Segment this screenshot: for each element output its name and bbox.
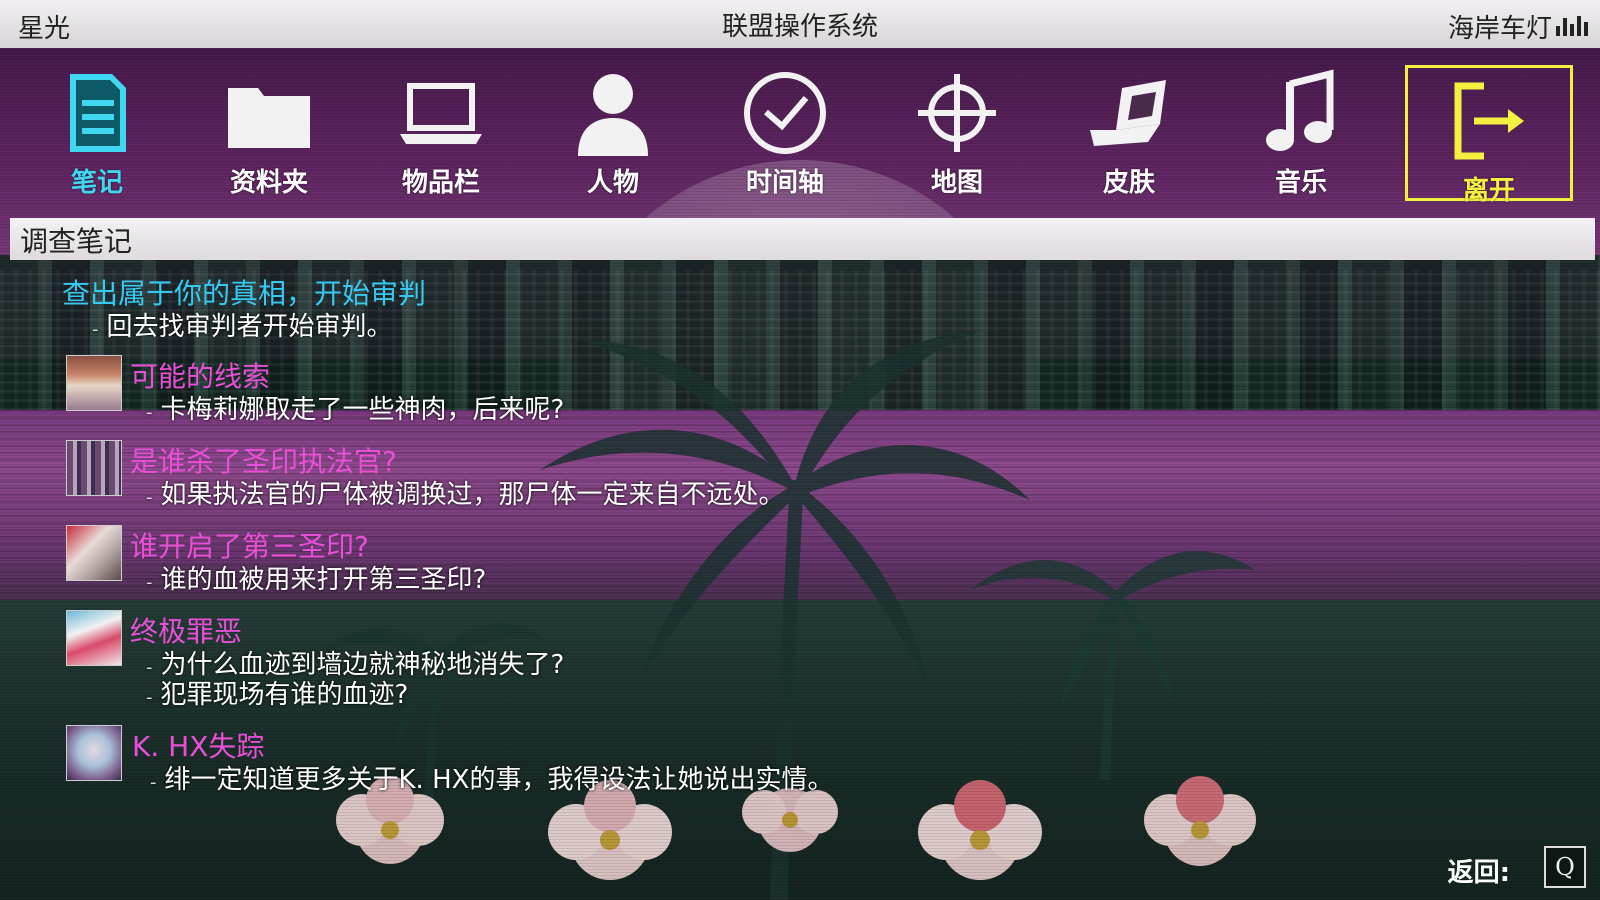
note-thumbnail bbox=[66, 610, 122, 666]
nav-label: 时间轴 bbox=[745, 168, 824, 198]
nav-notes[interactable]: 笔记 bbox=[17, 60, 177, 200]
person-icon bbox=[578, 74, 648, 156]
nav-people[interactable]: 人物 bbox=[533, 60, 693, 200]
back-key-button[interactable]: Q bbox=[1544, 846, 1586, 888]
system-title: 联盟操作系统 bbox=[721, 12, 878, 42]
nav-map[interactable]: 地图 bbox=[877, 60, 1037, 200]
nav-label: 离开 bbox=[1462, 176, 1515, 206]
nav-label: 资料夹 bbox=[229, 168, 308, 198]
palm-tree-silhouette-small bbox=[970, 551, 1255, 780]
note-line: - 绯一定知道更多关于K. HX的事，我得设法让她说出实情。 bbox=[150, 765, 834, 795]
status-right-label: 海岸车灯 bbox=[1447, 14, 1552, 44]
nav-skins[interactable]: 皮肤 bbox=[1049, 60, 1209, 200]
nav-timeline[interactable]: 时间轴 bbox=[705, 60, 865, 200]
note-thumbnail bbox=[66, 725, 122, 781]
nav-music[interactable]: 音乐 bbox=[1221, 60, 1381, 200]
top-status-bar: 星光 联盟操作系统 海岸车灯 bbox=[0, 0, 1600, 48]
note-thumbnail bbox=[66, 440, 122, 496]
nav-label: 音乐 bbox=[1274, 168, 1327, 198]
note-line: - 如果执法官的尸体被调换过，那尸体一定来自不远处。 bbox=[146, 480, 785, 510]
main-nav: 笔记 资料夹 物品栏 人物 时间轴 地图 皮肤 音乐 离开 bbox=[0, 60, 1600, 206]
nav-inventory[interactable]: 物品栏 bbox=[361, 60, 521, 200]
signal-bars-icon bbox=[1556, 14, 1590, 36]
nav-label: 人物 bbox=[586, 168, 639, 198]
note-line: - 回去找审判者开始审判。 bbox=[92, 312, 393, 342]
laptop-icon bbox=[400, 83, 482, 144]
note-line: - 犯罪现场有谁的血迹? bbox=[146, 680, 409, 710]
notes-icon bbox=[70, 74, 126, 152]
nav-label: 地图 bbox=[930, 168, 983, 198]
back-hint-label: 返回: bbox=[1447, 858, 1510, 888]
section-header: 调查笔记 bbox=[10, 218, 1595, 260]
nav-folder[interactable]: 资料夹 bbox=[189, 60, 349, 200]
note-line: - 卡梅莉娜取走了一些神肉，后来呢? bbox=[146, 395, 565, 425]
exit-icon bbox=[1454, 82, 1524, 160]
laptop-open-icon bbox=[1090, 80, 1166, 146]
nav-label: 笔记 bbox=[70, 168, 123, 198]
note-thumbnail bbox=[66, 355, 122, 411]
note-line: - 谁的血被用来打开第三圣印? bbox=[146, 565, 487, 595]
note-thumbnail bbox=[66, 525, 122, 581]
folder-icon bbox=[228, 88, 310, 148]
clock-icon bbox=[744, 72, 826, 154]
crosshair-icon bbox=[918, 74, 996, 152]
nav-label: 物品栏 bbox=[401, 168, 480, 198]
nav-label: 皮肤 bbox=[1102, 168, 1155, 198]
nav-exit[interactable]: 离开 bbox=[1405, 65, 1573, 206]
music-note-icon bbox=[1266, 69, 1334, 151]
